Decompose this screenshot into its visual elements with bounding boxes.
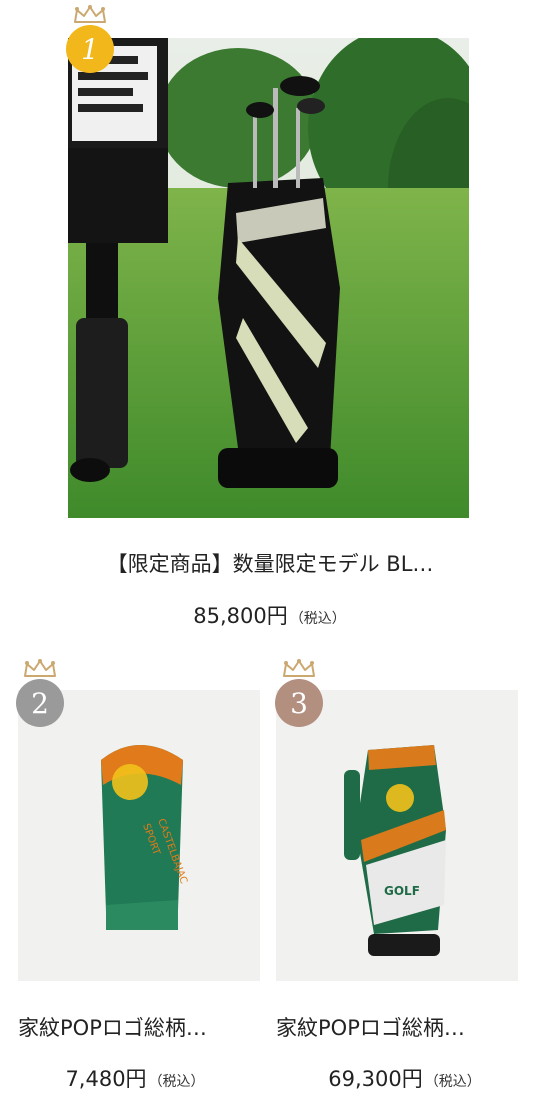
crown-icon bbox=[282, 659, 316, 679]
product-image-2[interactable]: CASTELBAJAC SPORT bbox=[18, 690, 260, 981]
price-row: 85,800円 （税込） bbox=[0, 600, 539, 630]
crown-icon bbox=[23, 659, 57, 679]
product-name[interactable]: 【限定商品】数量限定モデル BL… bbox=[74, 548, 466, 578]
ranking-item-3[interactable]: GOLF 3 家紋POPロゴ総柄… 69,300円 （税込） bbox=[270, 650, 539, 1102]
caddie-bag-photo-3: GOLF bbox=[276, 690, 518, 981]
product-name[interactable]: 家紋POPロゴ総柄… bbox=[276, 1012, 506, 1042]
ranking-item-2[interactable]: CASTELBAJAC SPORT 2 家紋POPロゴ総柄… 7,480円 （税込… bbox=[0, 650, 270, 1102]
price-row: 69,300円 （税込） bbox=[270, 1063, 539, 1093]
svg-text:GOLF: GOLF bbox=[384, 884, 420, 898]
headcover-photo: CASTELBAJAC SPORT bbox=[18, 690, 260, 981]
golf-bag-photo-1 bbox=[68, 38, 469, 518]
rank-badge: 1 bbox=[66, 25, 114, 73]
tax-label: （税込） bbox=[148, 1074, 205, 1090]
price-row: 7,480円 （税込） bbox=[0, 1063, 270, 1093]
price: 7,480円 bbox=[65, 1067, 147, 1091]
price: 85,800円 bbox=[193, 604, 288, 628]
rank-badge: 2 bbox=[16, 679, 64, 727]
price: 69,300円 bbox=[328, 1067, 423, 1091]
product-image-3[interactable]: GOLF bbox=[276, 690, 518, 981]
tax-label: （税込） bbox=[424, 1074, 481, 1090]
product-image-1[interactable] bbox=[68, 38, 469, 518]
crown-icon bbox=[73, 5, 107, 25]
product-name[interactable]: 家紋POPロゴ総柄… bbox=[18, 1012, 248, 1042]
ranking-item-1[interactable]: 1 【限定商品】数量限定モデル BL… 85,800円 （税込） bbox=[0, 0, 539, 640]
rank-badge: 3 bbox=[275, 679, 323, 727]
tax-label: （税込） bbox=[289, 611, 346, 627]
